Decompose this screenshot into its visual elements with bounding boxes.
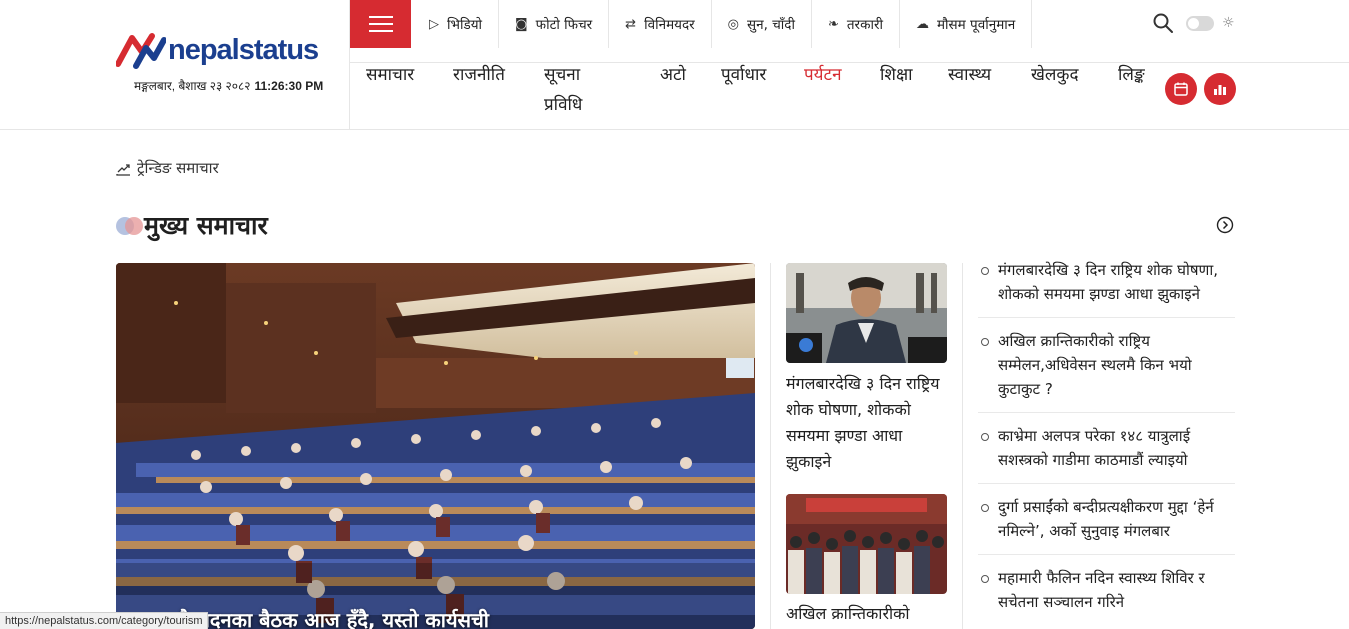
quick-link[interactable]: ▷ भिडियो (411, 0, 500, 48)
quick-links-bar: ▷ भिडियो ◙ फोटो फिचर ⇄ विनिमयदर ◎ सुन, चाँदी ❧ तर… (411, 0, 1033, 48)
quick-link-label: तरकारी (846, 17, 883, 33)
dark-mode-toggle[interactable] (1186, 15, 1214, 31)
exchange-icon: ⇄ (625, 16, 637, 32)
nav-item[interactable]: समाचार (366, 60, 414, 90)
date-time: मङ्गलबार, बैशाख २३ २०८२ 11:26:30 PM (134, 77, 323, 94)
camera-icon: ◙ (515, 16, 528, 32)
quick-link[interactable]: ☁ मौसम पूर्वानुमान (900, 0, 1033, 48)
story-thumbnail[interactable] (786, 494, 947, 594)
quick-link-label: भिडियो (447, 17, 483, 33)
news-list-item[interactable]: अखिल क्रान्तिकारीको राष्ट्रिय सम्मेलन,अध… (978, 329, 1235, 413)
arrow-right-circle-icon[interactable] (1216, 216, 1234, 234)
trending-news-link[interactable]: ट्रेन्डिङ समाचार (116, 158, 219, 178)
news-list-item[interactable]: महामारी फैलिन नदिन स्वास्थ्य शिविर र सचे… (978, 566, 1235, 625)
column-separator (770, 263, 771, 629)
story-headline[interactable]: अखिल क्रान्तिकारीको (786, 601, 951, 627)
feature-story-image[interactable] (116, 263, 755, 629)
quick-link[interactable]: ◙ फोटो फिचर (499, 0, 610, 48)
nav-item[interactable]: खेलकुद (1031, 60, 1079, 90)
bar-chart-icon (1214, 85, 1226, 95)
header-tools: ☼ (1152, 12, 1235, 34)
news-list-item[interactable]: मंगलबारदेखि ३ दिन राष्ट्रिय शोक घोषणा, श… (978, 258, 1235, 318)
menu-bar (368, 30, 393, 32)
latest-news-list: मंगलबारदेखि ३ दिन राष्ट्रिय शोक घोषणा, श… (978, 258, 1235, 629)
trending-label: ट्रेन्डिङ समाचार (137, 159, 219, 177)
nav-item[interactable]: सूचना प्रविधि (544, 60, 594, 120)
status-bar-url: https://nepalstatus.com/category/tourism (0, 612, 209, 629)
search-icon[interactable] (1152, 12, 1174, 34)
sun-icon: ☼ (1222, 15, 1235, 31)
section-title: मुख्य समाचार (144, 211, 268, 240)
quick-link-label: फोटो फिचर (535, 17, 593, 33)
hamburger-menu-button[interactable] (350, 0, 411, 48)
stats-button[interactable] (1204, 73, 1236, 105)
nav-item[interactable]: लिङ्क (1118, 60, 1145, 90)
header-bottom-border (0, 129, 1349, 130)
news-list-item[interactable]: दुर्गा प्रसाईंको बन्दीप्रत्यक्षीकरण मुद्… (978, 495, 1235, 555)
site-logo[interactable]: nepalstatus (116, 30, 319, 70)
trending-up-icon (116, 163, 130, 176)
quick-link-label: सुन, चाँदी (747, 17, 795, 33)
menu-bar (368, 23, 393, 25)
current-date: मङ्गलबार, बैशाख २३ २०८२ (134, 79, 251, 93)
leaf-icon: ❧ (827, 16, 839, 32)
current-time: 11:26:30 PM (254, 79, 324, 93)
press-speaker-image (786, 263, 947, 363)
logo-text: nepalstatus (168, 33, 319, 66)
column-separator (962, 263, 963, 629)
quick-link[interactable]: ⇄ विनिमयदर (609, 0, 712, 48)
nav-item[interactable]: राजनीति (453, 60, 505, 90)
section-dots-icon (116, 214, 146, 236)
story-thumbnail[interactable] (786, 263, 947, 363)
section-header: मुख्य समाचार (116, 208, 268, 242)
coins-icon: ◎ (727, 16, 740, 32)
nav-item[interactable]: पूर्वाधार (721, 60, 766, 90)
play-circle-icon: ▷ (429, 16, 439, 32)
logo-mark-icon (116, 33, 166, 69)
calendar-icon (1174, 82, 1188, 96)
news-list-item[interactable]: काभ्रेमा अलपत्र परेका १४८ यात्रुलाई सशस्… (978, 424, 1235, 484)
calendar-button[interactable] (1165, 73, 1197, 105)
cloud-sun-icon: ☁ (915, 16, 929, 32)
logo-block: nepalstatus मङ्गलबार, बैशाख २३ २०८२ 11:26… (0, 0, 350, 130)
quick-link-label: विनिमयदर (644, 17, 695, 33)
nav-item[interactable]: अटो (660, 60, 686, 90)
nav-item[interactable]: शिक्षा (880, 60, 913, 90)
crowd-hall-image (786, 494, 947, 594)
menu-bar (368, 16, 393, 18)
parliament-hall-image (116, 263, 755, 629)
nav-item[interactable]: पर्यटन (804, 60, 842, 90)
nav-item[interactable]: स्वास्थ्य (948, 60, 991, 90)
quick-link[interactable]: ❧ तरकारी (812, 0, 900, 48)
story-headline[interactable]: मंगलबारदेखि ३ दिन राष्ट्रिय शोक घोषणा, श… (786, 371, 951, 475)
quick-link-label: मौसम पूर्वानुमान (936, 17, 1016, 33)
quick-link[interactable]: ◎ सुन, चाँदी (712, 0, 812, 48)
